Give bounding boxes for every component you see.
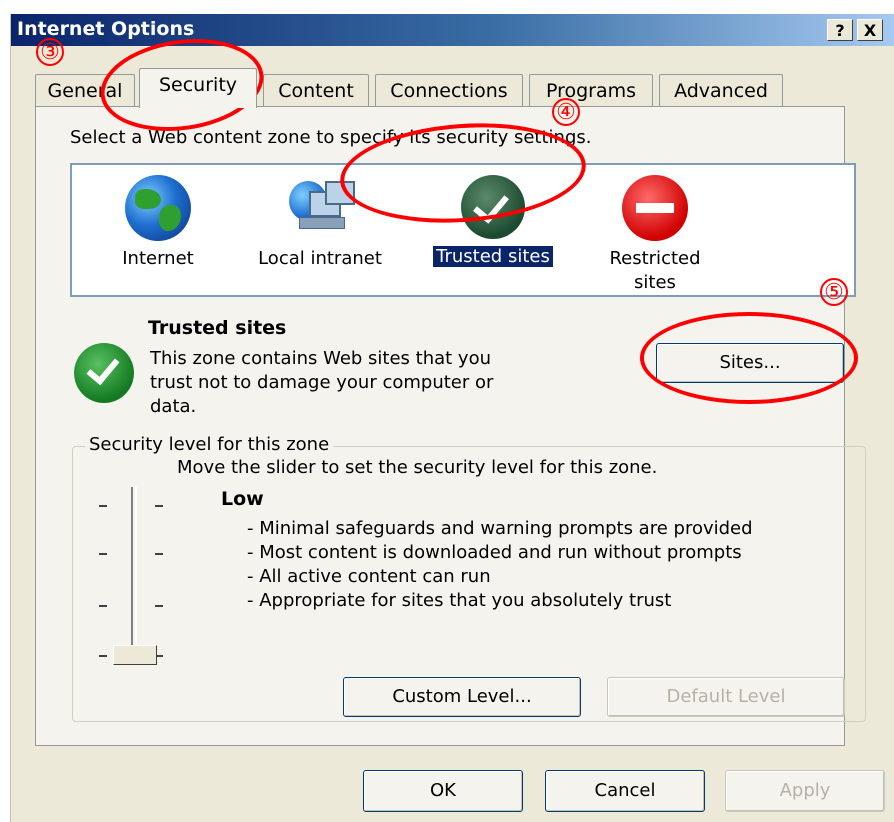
slider-thumb[interactable] — [113, 645, 157, 665]
no-entry-icon — [622, 175, 688, 241]
slider-tick — [99, 655, 107, 657]
zone-label-trusted-sites: Trusted sites — [433, 246, 553, 267]
zone-label-local-intranet: Local intranet — [258, 248, 382, 269]
annotation-step-3: ③ — [36, 38, 64, 66]
tab-security[interactable]: Security — [139, 68, 257, 108]
globe-icon — [125, 175, 191, 241]
slider-tick — [99, 505, 107, 507]
slider-tick — [155, 553, 163, 555]
slider-tick — [155, 505, 163, 507]
selected-zone-icon — [74, 343, 134, 403]
annotation-step-5: ⑤ — [820, 278, 848, 306]
ok-button[interactable]: OK — [363, 770, 523, 812]
security-level-description: Low - Minimal safeguards and warning pro… — [221, 487, 753, 613]
custom-level-button[interactable]: Custom Level... — [343, 677, 581, 717]
cancel-button[interactable]: Cancel — [545, 770, 705, 812]
slider-tick — [99, 553, 107, 555]
apply-button[interactable]: Apply — [725, 770, 885, 812]
security-level-name: Low — [221, 488, 264, 510]
slider-tick — [155, 605, 163, 607]
tab-advanced[interactable]: Advanced — [659, 74, 783, 106]
title-bar[interactable]: Internet Options ? X — [11, 14, 894, 46]
tab-connections[interactable]: Connections — [375, 74, 523, 106]
help-button[interactable]: ? — [827, 19, 853, 41]
level-point: - Minimal safeguards and warning prompts… — [247, 518, 753, 539]
slider-instruction: Move the slider to set the security leve… — [177, 457, 658, 478]
selected-zone-title: Trusted sites — [148, 317, 287, 339]
zone-internet[interactable]: Internet — [98, 175, 218, 271]
tab-content[interactable]: Content — [263, 74, 369, 106]
slider-tick — [99, 605, 107, 607]
level-point: - Appropriate for sites that you absolut… — [247, 590, 672, 611]
level-point: - Most content is downloaded and run wit… — [247, 542, 742, 563]
close-button[interactable]: X — [857, 19, 883, 41]
slider-track — [131, 487, 137, 663]
zone-restricted-sites[interactable]: Restricted sites — [588, 175, 722, 295]
security-level-group-label: Security level for this zone — [85, 434, 334, 455]
security-level-group: Security level for this zone Move the sl… — [72, 434, 866, 722]
zone-label-internet: Internet — [122, 248, 194, 269]
annotation-circle-sites-button — [640, 312, 858, 404]
tab-programs[interactable]: Programs — [529, 74, 653, 106]
zone-label-restricted-sites: Restricted sites — [609, 248, 701, 293]
checkmark-icon — [86, 350, 120, 386]
selected-zone-description: This zone contains Web sites that you tr… — [150, 348, 494, 417]
window-title: Internet Options — [17, 18, 195, 40]
default-level-button[interactable]: Default Level — [607, 677, 845, 717]
annotation-step-4: ④ — [552, 98, 580, 126]
level-point: - All active content can run — [247, 566, 491, 587]
